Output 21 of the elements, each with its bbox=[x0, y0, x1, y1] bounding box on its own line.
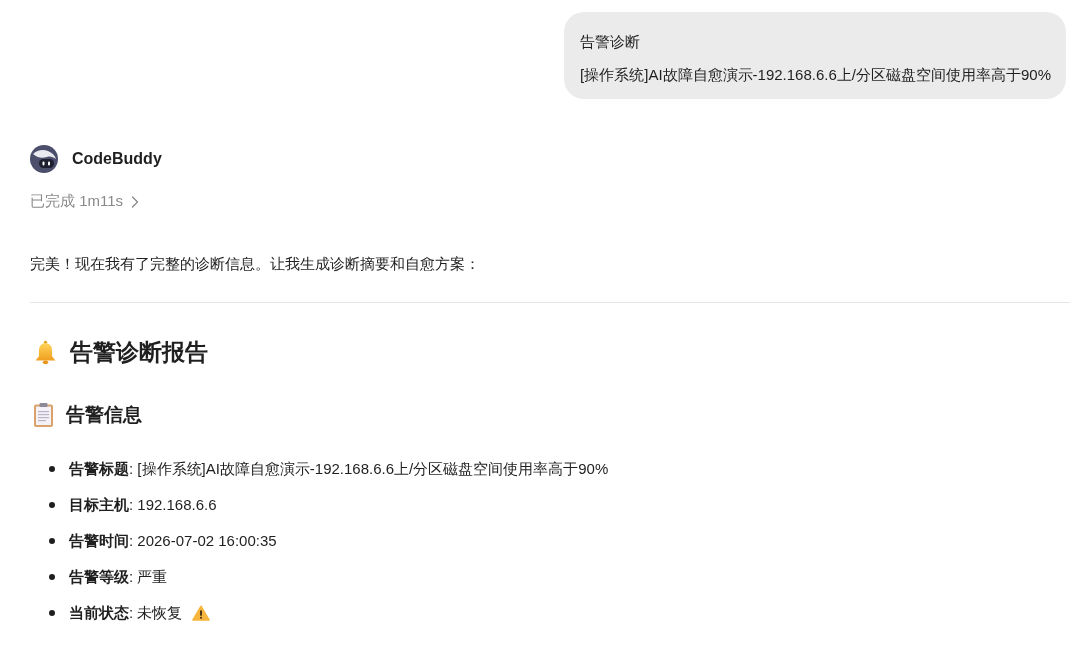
report-heading: 告警诊断报告 bbox=[70, 338, 208, 367]
message-text: [操作系统]AI故障自愈演示-192.168.6.6上/分区磁盘空间使用率高于90% bbox=[580, 65, 1051, 85]
chevron-icon bbox=[131, 195, 140, 208]
assistant-name: CodeBuddy bbox=[72, 150, 162, 168]
bullet-icon bbox=[49, 574, 55, 580]
bullet-icon bbox=[49, 502, 55, 508]
intro-text: 完美！现在我有了完整的诊断信息。让我生成诊断摘要和自愈方案： bbox=[30, 254, 481, 274]
message-text: 告警诊断 bbox=[580, 32, 642, 52]
info-item-text: 告警等级: 严重 bbox=[69, 567, 168, 587]
status-toggle[interactable]: 已完成 1m11s bbox=[30, 192, 140, 211]
bullet-icon bbox=[49, 610, 55, 616]
info-item-text: 告警时间: 2026-07-02 16:00:35 bbox=[69, 531, 277, 551]
avatar-icon bbox=[30, 145, 58, 173]
bullet-icon bbox=[49, 466, 55, 472]
info-item-text: 目标主机: 192.168.6.6 bbox=[69, 495, 217, 515]
info-item-text: 告警标题: [操作系统]AI故障自愈演示-192.168.6.6上/分区磁盘空间使用率高于90% bbox=[69, 459, 609, 479]
section-heading: 告警信息 bbox=[66, 403, 142, 427]
bullet-icon bbox=[49, 538, 55, 544]
clipboard-icon bbox=[34, 403, 53, 427]
info-item-text: 当前状态: 未恢复 bbox=[69, 603, 183, 623]
bell-icon bbox=[33, 340, 58, 365]
